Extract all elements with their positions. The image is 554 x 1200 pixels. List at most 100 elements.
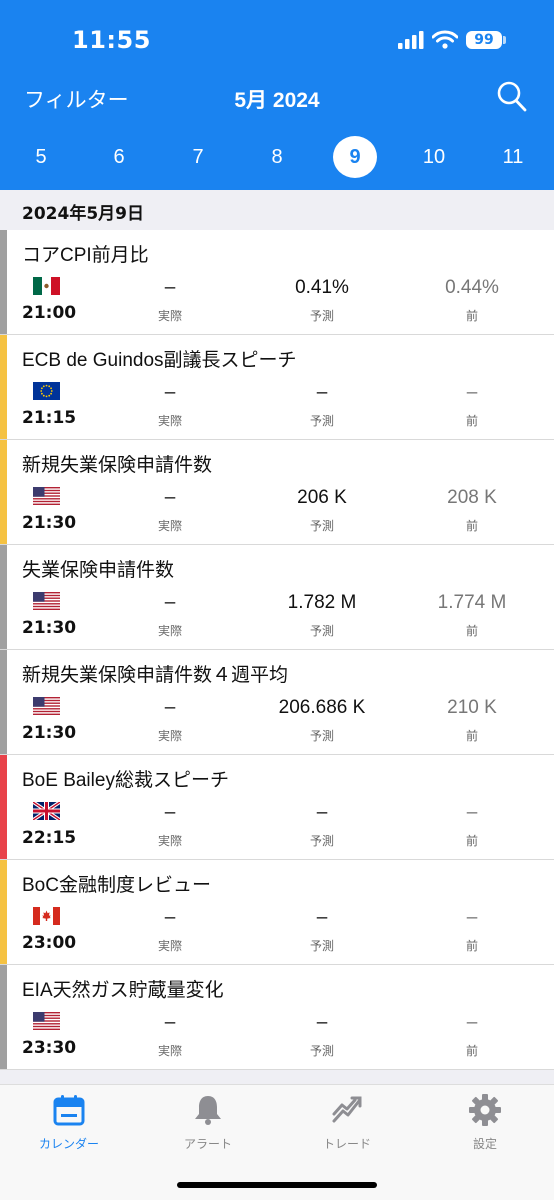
day-6[interactable]: 6 [97, 136, 141, 178]
us-flag-icon [33, 697, 60, 715]
impact-bar [0, 545, 7, 649]
month-title: 5月 2024 [234, 89, 320, 112]
day-11[interactable]: 11 [491, 136, 535, 178]
event-time: 21:30 [22, 618, 77, 638]
actual-label: 実際 [157, 624, 182, 638]
previous-label: 前 [465, 309, 478, 323]
event-time: 21:30 [22, 723, 77, 743]
date-header-text: 2024年5月9日 [22, 204, 144, 224]
wifi-icon [432, 30, 458, 49]
previous-label: 前 [465, 414, 478, 428]
previous-value: – [466, 802, 478, 823]
event-list: コアCPI前月比 21:00–0.41% 0.44% 実際 予測前 ECB de Guin… [0, 230, 554, 1070]
trade-icon [297, 1093, 397, 1127]
status-icons: 99 [398, 30, 506, 49]
previous-value: 1.774 M [437, 592, 507, 613]
day-5[interactable]: 5 [19, 136, 63, 178]
tab-calendar[interactable]: カレンダー [19, 1093, 119, 1152]
previous-label: 前 [465, 939, 478, 953]
canada-flag-icon [33, 907, 60, 925]
event-time: 21:30 [22, 513, 77, 533]
tab-gear[interactable]: 設定 [435, 1093, 535, 1152]
bell-icon [158, 1093, 258, 1127]
previous-value: – [466, 382, 478, 403]
event-title: 新規失業保険申請件数４週平均 [22, 665, 289, 686]
event-title: BoC金融制度レビュー [22, 875, 211, 896]
day-10[interactable]: 10 [412, 136, 456, 178]
event-title: 失業保険申請件数 [22, 560, 175, 581]
actual-label: 実際 [157, 1044, 182, 1058]
uk-flag-icon [33, 802, 60, 820]
impact-bar [0, 650, 7, 754]
gear-icon [435, 1093, 535, 1127]
search-icon[interactable] [496, 80, 528, 114]
impact-bar [0, 335, 7, 439]
signal-icon [398, 30, 424, 49]
forecast-label: 予測 [309, 309, 334, 323]
forecast-value: – [316, 1012, 328, 1033]
actual-value: – [164, 277, 176, 298]
forecast-value: 206 K [297, 487, 347, 508]
event-row[interactable]: 失業保険申請件数 21:30 – 1.782 M 1.774 M 実際 予測 前 [0, 545, 554, 650]
tab-label: カレンダー [38, 1137, 99, 1151]
day-7[interactable]: 7 [176, 136, 220, 178]
list-footer-space [0, 1070, 554, 1084]
impact-bar [0, 965, 7, 1069]
calendar-icon [19, 1093, 119, 1127]
event-time: 23:30 [22, 1038, 77, 1058]
forecast-value: – [316, 382, 328, 403]
actual-value: – [164, 802, 176, 823]
previous-label: 前 [465, 729, 478, 743]
event-row[interactable]: EIA天然ガス貯蔵量変化 23:30 – – – 実際 予測 前 [0, 965, 554, 1070]
us-flag-icon [33, 592, 60, 610]
day-9[interactable]: 9 [333, 136, 377, 178]
tab-bell[interactable]: アラート [158, 1093, 258, 1152]
actual-label: 実際 [157, 309, 182, 323]
event-row[interactable]: ECB de Guindos副議長スピーチ 21:15 – – – 実際 予測 前 [0, 335, 554, 440]
event-row[interactable]: BoE Bailey総裁スピーチ 22:15 – – – 実際 予測 前 [0, 755, 554, 860]
forecast-label: 予測 [309, 624, 334, 638]
impact-bar [0, 755, 7, 859]
date-section-header: 2024年5月9日 [0, 190, 554, 230]
actual-label: 実際 [157, 729, 182, 743]
forecast-value: 0.41% [295, 277, 349, 298]
event-time: 21:15 [22, 408, 77, 428]
mexico-flag-icon [33, 277, 60, 295]
tab-trade[interactable]: トレード [297, 1093, 397, 1152]
event-row[interactable]: 新規失業保険申請件数 21:30 – 206 K 208 K 実際 予測 前 [0, 440, 554, 545]
event-time: 21:00 [22, 303, 77, 323]
day-selector: 5 6 7 8 9 10 11 [0, 136, 554, 178]
event-time: 23:00 [22, 933, 77, 953]
actual-value: – [164, 487, 176, 508]
event-row[interactable]: BoC金融制度レビュー 23:00 – – – 実際 予測 前 [0, 860, 554, 965]
previous-value: 210 K [447, 697, 497, 718]
event-title: EIA天然ガス貯蔵量変化 [22, 980, 224, 1001]
eu-flag-icon [33, 382, 60, 400]
actual-label: 実際 [157, 834, 182, 848]
forecast-value: 1.782 M [287, 592, 357, 613]
event-title: BoE Bailey総裁スピーチ [22, 770, 229, 791]
home-indicator [177, 1182, 377, 1188]
tab-label: 設定 [472, 1137, 497, 1151]
status-time: 11:55 [72, 26, 151, 54]
status-bar: 11:55 99 [0, 0, 554, 80]
forecast-value: – [316, 907, 328, 928]
previous-label: 前 [465, 519, 478, 533]
previous-label: 前 [465, 1044, 478, 1058]
actual-value: – [164, 1012, 176, 1033]
previous-label: 前 [465, 624, 478, 638]
forecast-label: 予測 [309, 834, 334, 848]
actual-label: 実際 [157, 939, 182, 953]
previous-value: – [466, 907, 478, 928]
battery-icon: 99 [466, 30, 506, 49]
actual-value: – [164, 907, 176, 928]
previous-value: 0.44% [445, 277, 499, 298]
event-row[interactable]: コアCPI前月比 21:00 – 0.41% 0.44% 実際 予測 前 [0, 230, 554, 335]
forecast-label: 予測 [309, 519, 334, 533]
impact-bar [0, 440, 7, 544]
event-row[interactable]: 新規失業保険申請件数４週平均 21:30 – 206.686 K 210 K 実際 予測 前 [0, 650, 554, 755]
actual-label: 実際 [157, 519, 182, 533]
actual-value: – [164, 697, 176, 718]
day-8[interactable]: 8 [255, 136, 299, 178]
battery-level: 99 [466, 30, 502, 49]
